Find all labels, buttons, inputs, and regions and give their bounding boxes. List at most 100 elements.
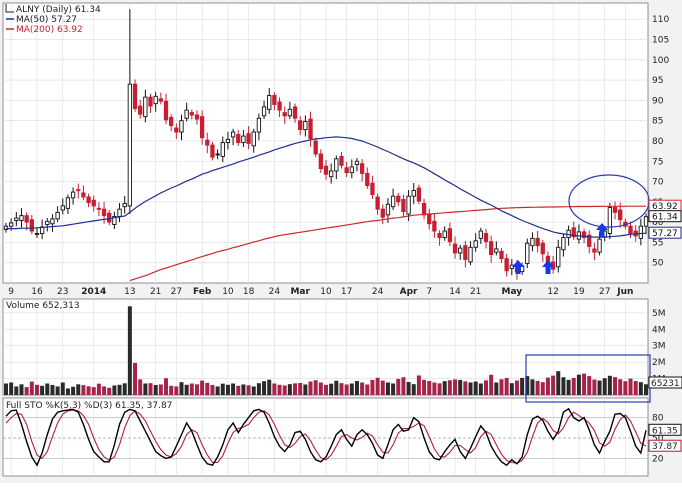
- volume-bar: [174, 386, 179, 395]
- candle-body: [390, 195, 396, 208]
- volume-bar: [102, 386, 107, 395]
- sto-y-tick: 20: [652, 454, 664, 464]
- x-tick-label: 24: [372, 287, 384, 297]
- candle-body: [380, 208, 385, 218]
- candle-body: [494, 248, 499, 253]
- candle-body: [148, 96, 153, 107]
- candle-body: [153, 95, 158, 105]
- volume-bar: [354, 381, 359, 395]
- x-tick-label: 27: [599, 287, 610, 297]
- volume-bar: [267, 379, 272, 395]
- candle-body: [169, 116, 174, 127]
- volume-bar: [293, 383, 298, 395]
- x-tick-label: 10: [222, 287, 234, 297]
- candle-body: [468, 246, 473, 263]
- candle-body: [246, 133, 251, 144]
- candle-body: [406, 195, 411, 215]
- candle-body: [174, 127, 179, 133]
- candle-body: [117, 208, 122, 217]
- candle-body: [334, 158, 339, 172]
- candle-body: [251, 131, 256, 147]
- stock-chart: 5055606570758085909510010511091623201413…: [2, 2, 682, 477]
- volume-bar: [370, 379, 375, 395]
- volume-bar: [458, 379, 463, 395]
- volume-bar: [344, 384, 349, 395]
- x-tick-label: 10: [320, 287, 332, 297]
- price-y-tick: 50: [652, 259, 664, 269]
- volume-bar: [241, 384, 246, 395]
- volume-bar: [618, 379, 623, 395]
- candle-body: [267, 95, 272, 110]
- volume-bar: [179, 382, 184, 395]
- volume-bar: [164, 378, 168, 395]
- candle-body: [561, 237, 566, 251]
- ma50-legend-label: MA(50) 57.27: [16, 15, 77, 25]
- volume-bar: [339, 383, 344, 395]
- volume-bar: [76, 384, 81, 395]
- volume-bar: [71, 386, 76, 395]
- candle-body: [50, 218, 55, 225]
- volume-bar: [385, 382, 390, 395]
- candle-body: [618, 209, 623, 221]
- x-tick-label: Jun: [616, 287, 633, 297]
- candle-body: [225, 138, 231, 144]
- volume-bar: [401, 377, 406, 395]
- candle-body: [282, 112, 287, 117]
- candle-body: [9, 222, 14, 227]
- candle-body: [132, 83, 138, 109]
- volume-value-tag-text: 65231: [651, 379, 680, 389]
- volume-bar: [613, 377, 618, 395]
- volume-bar: [262, 381, 267, 395]
- volume-bar: [112, 385, 117, 395]
- candle-body: [442, 230, 447, 239]
- volume-bar: [633, 381, 638, 395]
- volume-bar: [117, 384, 122, 395]
- x-tick-label: 12: [547, 287, 558, 297]
- sto-y-tick: 80: [652, 414, 664, 424]
- volume-bar: [447, 380, 452, 395]
- candle-body: [385, 203, 391, 216]
- candle-body: [65, 197, 71, 209]
- price-panel-title: ALNY (Daily) 61.34: [16, 5, 101, 15]
- volume-bar: [499, 379, 504, 395]
- volume-bar: [205, 382, 210, 395]
- x-tick-label: 24: [269, 287, 281, 297]
- candle-body: [55, 211, 60, 220]
- volume-bar: [535, 380, 540, 395]
- candle-body: [592, 248, 597, 253]
- candle-body: [143, 96, 148, 118]
- candle-body: [29, 219, 34, 232]
- volume-bar: [545, 377, 550, 395]
- volume-bar: [432, 382, 437, 395]
- volume-bar: [329, 383, 334, 395]
- volume-bar: [360, 382, 365, 395]
- x-tick-label: 21: [150, 287, 161, 297]
- volume-bar: [587, 376, 592, 395]
- volume-bar: [468, 382, 473, 395]
- price-y-tick: 80: [652, 137, 664, 147]
- candle-body: [241, 135, 246, 144]
- volume-bar: [86, 386, 91, 395]
- price-y-tick: 95: [652, 76, 663, 86]
- volume-bar: [210, 384, 215, 395]
- volume-bar: [592, 379, 597, 395]
- volume-bar: [107, 387, 112, 395]
- x-tick-label: 16: [31, 287, 43, 297]
- candle-body: [323, 165, 329, 175]
- volume-bar: [453, 379, 458, 395]
- price-y-tick: 85: [652, 117, 663, 127]
- x-tick-label: 23: [57, 287, 68, 297]
- candle-body: [19, 215, 24, 221]
- volume-bar: [602, 378, 607, 395]
- sto-panel-title: Full STO %K(5,3) %D(3) 61.35, 37.87: [6, 401, 172, 411]
- candle-body: [566, 229, 571, 239]
- candle-body: [127, 83, 133, 207]
- volume-bar: [251, 386, 256, 395]
- x-tick-label: 14: [449, 287, 461, 297]
- price-y-tick: 70: [652, 178, 664, 188]
- candle-body: [447, 228, 453, 243]
- volume-bar: [566, 379, 571, 395]
- volume-bar: [576, 374, 581, 395]
- volume-bar: [272, 383, 277, 395]
- candle-body: [535, 237, 540, 247]
